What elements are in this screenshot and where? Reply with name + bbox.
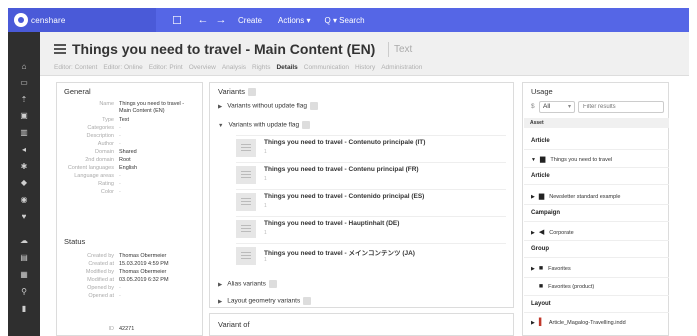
chevron-right-icon: ▶ <box>531 266 535 272</box>
logo[interactable]: censhare <box>8 8 156 32</box>
alias-variants-toggle[interactable]: ▶ Alias variants <box>218 280 277 288</box>
tab-details[interactable]: Details <box>276 64 297 71</box>
tab-editor-online[interactable]: Editor: Online <box>103 64 142 71</box>
text-document-icon <box>54 44 66 55</box>
tab-rights[interactable]: Rights <box>252 64 270 71</box>
document-icon: ▆ <box>539 156 546 163</box>
censhare-logo-icon <box>14 13 28 27</box>
general-panel: General Name Things you need to travel - … <box>56 82 203 336</box>
text-thumbnail-icon <box>236 193 256 211</box>
variant-item[interactable]: Things you need to travel - Contenu prin… <box>236 162 506 188</box>
asset-header: Things you need to travel - Main Content… <box>40 32 689 76</box>
text-thumbnail-icon <box>236 139 256 157</box>
upload-icon[interactable]: ⇡ <box>8 95 40 104</box>
usage-item-newsletter[interactable]: ▶ ▆ Newsletter standard example <box>531 192 666 200</box>
page-title: Things you need to travel - Main Content… <box>72 41 376 57</box>
variants-count-badge <box>247 88 256 97</box>
group-group: Group <box>531 246 549 252</box>
check-icon[interactable]: ◉ <box>8 195 40 204</box>
variant-of-title: Variant of <box>218 320 250 329</box>
asset-column-header: Asset <box>524 118 669 128</box>
text-thumbnail-icon <box>236 247 256 265</box>
chevron-right-icon: ▶ <box>531 320 535 326</box>
layout-geometry-variants-toggle[interactable]: ▶ Layout geometry variants <box>218 297 312 305</box>
currency-icon: $ <box>531 103 535 110</box>
usage-filter-input[interactable] <box>578 101 664 113</box>
create-button[interactable]: Create <box>230 8 270 32</box>
group-layout: Layout <box>531 301 551 307</box>
tab-history[interactable]: History <box>355 64 375 71</box>
forward-arrow-icon[interactable]: → <box>212 14 230 26</box>
usage-item-favorites-product[interactable]: ▶■Favorites (product) <box>531 283 666 290</box>
back-arrow-icon[interactable]: ← <box>194 14 212 26</box>
general-title: General <box>64 87 91 96</box>
group-article: Article <box>531 138 550 144</box>
tag-icon[interactable]: ◆ <box>8 178 40 187</box>
chevron-right-icon: ▶ <box>218 281 223 288</box>
left-nav: ⌂ ▭ ⇡ ▣ ▥ ◂ ✱ ◆ ◉ ♥ ☁ ▤ ▦ ⚲ ▮ <box>8 32 40 336</box>
variants-with-flag-toggle[interactable]: ▼ Variants with update flag <box>218 121 311 129</box>
variants-without-flag-toggle[interactable]: ▶ Variants without update flag <box>218 102 318 110</box>
usage-item-indd[interactable]: ▶ ▌ Article_Magalog-Travelling.indd <box>531 319 666 326</box>
variants-panel: Variants ▶ Variants without update flag ▼… <box>209 82 514 308</box>
top-bar: censhare ☐ ← → Create Actions ▾ Q ▾ Sear… <box>8 8 689 32</box>
variant-item[interactable]: Things you need to travel - メインコンテンツ (JA… <box>236 243 506 269</box>
window-icon[interactable]: ☐ <box>168 14 186 27</box>
book-icon[interactable]: ▥ <box>8 128 40 137</box>
megaphone-icon[interactable]: ◂ <box>8 145 40 154</box>
usage-title: Usage <box>531 87 553 96</box>
folder-icon: ■ <box>538 265 544 272</box>
usage-panel: Usage $ All Asset Article ▼▆Things you n… <box>522 82 669 336</box>
variant-of-panel: Variant of <box>209 313 514 336</box>
search-button[interactable]: Q ▾ Search <box>319 8 373 32</box>
document-check-icon[interactable]: ▦ <box>8 270 40 279</box>
variants-title: Variants <box>218 87 256 97</box>
home-icon[interactable]: ⌂ <box>8 62 40 71</box>
archive-icon[interactable]: ▣ <box>8 111 40 120</box>
usage-filter-select[interactable]: All <box>539 101 575 113</box>
text-thumbnail-icon <box>236 220 256 238</box>
trash-icon[interactable]: ▮ <box>8 304 40 313</box>
folder-icon: ■ <box>538 283 544 290</box>
variant-item[interactable]: Things you need to travel - Hauptinhalt … <box>236 216 506 242</box>
document-icon: ▆ <box>538 193 545 200</box>
cloud-icon[interactable]: ☁ <box>8 236 40 245</box>
tab-communication[interactable]: Communication <box>304 64 349 71</box>
actions-menu[interactable]: Actions ▾ <box>270 8 318 32</box>
variant-item[interactable]: Things you need to travel - Contenuto pr… <box>236 135 506 161</box>
tab-administration[interactable]: Administration <box>381 64 422 71</box>
title-divider <box>388 42 389 57</box>
chevron-right-icon: ▶ <box>218 103 223 110</box>
chevron-down-icon: ▼ <box>531 157 536 163</box>
text-thumbnail-icon <box>236 166 256 184</box>
megaphone-icon: ◀ <box>538 229 545 236</box>
group-campaign: Campaign <box>531 210 561 216</box>
chevron-right-icon: ▶ <box>531 230 535 236</box>
logo-text: censhare <box>31 15 66 25</box>
tab-editor-content[interactable]: Editor: Content <box>54 64 97 71</box>
group-article-2: Article <box>531 173 550 179</box>
tab-bar: Editor: Content Editor: Online Editor: P… <box>54 64 422 71</box>
gear-icon[interactable]: ✱ <box>8 162 40 171</box>
chevron-down-icon: ▼ <box>218 122 224 129</box>
chevron-right-icon: ▶ <box>531 194 535 200</box>
usage-item-corporate[interactable]: ▶ ◀ Corporate <box>531 228 666 236</box>
chevron-right-icon: ▶ <box>218 298 223 305</box>
variant-item[interactable]: Things you need to travel - Contenido pr… <box>236 189 506 215</box>
document-icon[interactable]: ▤ <box>8 253 40 262</box>
usage-item-favorites[interactable]: ▶ ■ Favorites <box>531 265 666 272</box>
tab-editor-print[interactable]: Editor: Print <box>149 64 183 71</box>
layout-file-icon: ▌ <box>538 319 544 326</box>
tab-overview[interactable]: Overview <box>189 64 216 71</box>
tab-analysis[interactable]: Analysis <box>222 64 246 71</box>
search-icon[interactable]: ⚲ <box>8 287 40 296</box>
usage-item-things[interactable]: ▼ ▆ Things you need to travel <box>531 155 666 163</box>
heart-icon[interactable]: ♥ <box>8 212 40 221</box>
inbox-icon[interactable]: ▭ <box>8 78 40 87</box>
status-title: Status <box>64 237 86 246</box>
asset-type-label: Text <box>394 44 413 55</box>
